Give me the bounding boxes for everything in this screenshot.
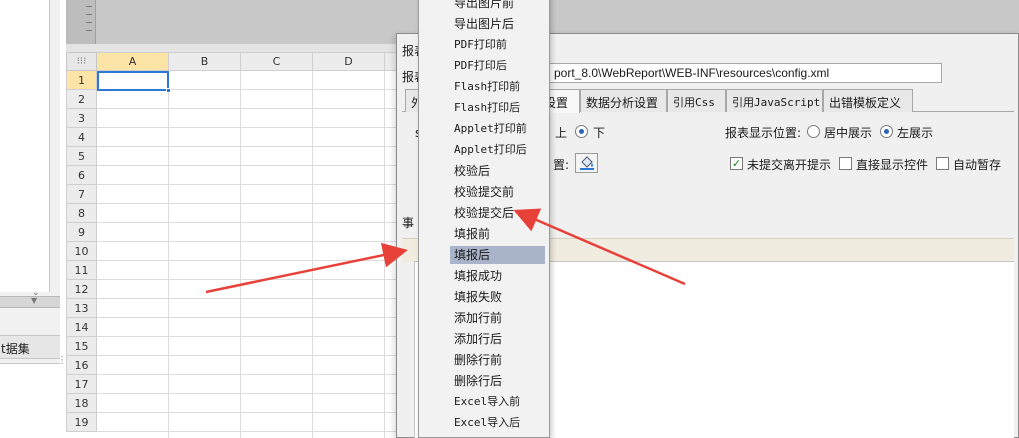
row-header[interactable]: 11 [66, 261, 97, 280]
menu-item[interactable]: Excel导入前 [450, 393, 545, 411]
tab-ref-css[interactable]: 引用Css [667, 89, 726, 112]
panel-splitter[interactable]: ▼ [0, 296, 60, 308]
column-header[interactable]: D [313, 52, 385, 71]
row-header[interactable]: 16 [66, 356, 97, 375]
position-label: 置: [553, 158, 570, 172]
tab-ref-javascript[interactable]: 引用JavaScript [726, 89, 823, 112]
display-center-label: 居中展示 [824, 126, 873, 140]
row-header[interactable]: 12 [66, 280, 97, 299]
row-header[interactable]: 9 [66, 223, 97, 242]
row-header[interactable]: 4 [66, 128, 97, 147]
menu-item[interactable]: Applet打印前 [450, 120, 545, 138]
row-header[interactable]: 14 [66, 318, 97, 337]
radio-down[interactable] [575, 125, 588, 138]
display-left-label: 左展示 [897, 126, 934, 140]
auto-save-label: 自动暂存 [953, 158, 1002, 172]
active-cell[interactable] [97, 71, 171, 93]
menu-item[interactable]: Applet打印后 [450, 141, 545, 159]
display-position-label: 报表显示位置: [725, 126, 802, 140]
row-header[interactable]: 5 [66, 147, 97, 166]
row-header[interactable]: 6 [66, 166, 97, 185]
radio-center[interactable] [807, 125, 820, 138]
dataset-tab[interactable]: t据集 [0, 335, 60, 359]
menu-item[interactable]: 导出图片前 [450, 0, 545, 12]
menu-item[interactable]: 删除行后 [450, 372, 545, 390]
config-path-field[interactable]: port_8.0\WebReport\WEB-INF\resources\con… [547, 63, 942, 83]
menu-item[interactable]: Flash打印后 [450, 99, 545, 117]
tab-data-analysis[interactable]: 数据分析设置 [580, 89, 667, 112]
menu-item[interactable]: PDF打印后 [450, 57, 545, 75]
dataset-tab-label: t据集 [1, 342, 30, 356]
left-panel: ⌄ ▼ t据集 ⋮ [0, 0, 67, 438]
vertical-ruler [66, 0, 96, 44]
row-header[interactable]: 19 [66, 413, 97, 432]
menu-item[interactable]: 添加行后 [450, 330, 545, 348]
select-all-corner[interactable]: ⁝⁝⁝ [66, 52, 97, 71]
menu-item[interactable]: 填报前 [450, 225, 545, 243]
checkbox-show-controls[interactable] [839, 157, 852, 170]
event-type-menu: 导出图片前导出图片后 PDF打印前 PDF打印后 Flash打印前 Flash打印后 Ap… [418, 0, 550, 438]
radio-left[interactable] [880, 125, 893, 138]
paint-bucket-button[interactable] [575, 153, 598, 173]
checkbox-leave-prompt[interactable]: ✓ [730, 157, 743, 170]
collapse-arrow-icon[interactable]: ▼ [31, 296, 37, 305]
show-controls-label: 直接显示控件 [856, 158, 929, 172]
row-header[interactable]: 3 [66, 109, 97, 128]
leave-prompt-label: 未提交离开提示 [747, 158, 832, 172]
menu-item[interactable]: 校验提交前 [450, 183, 545, 201]
row-header[interactable]: 18 [66, 394, 97, 413]
row-header[interactable]: 10 [66, 242, 97, 261]
row-header[interactable]: 8 [66, 204, 97, 223]
paint-bucket-icon [579, 156, 594, 170]
row-header[interactable]: 2 [66, 90, 97, 109]
row-headers: 1 2 3 4 5 6 7 8 9 10 11 12 13 14 15 16 17 18 19 [66, 71, 97, 432]
menu-item[interactable]: Flash打印前 [450, 78, 545, 96]
dataset-list[interactable] [0, 363, 60, 438]
menu-item[interactable]: 填报成功 [450, 267, 545, 285]
row-header[interactable]: 17 [66, 375, 97, 394]
grid-dots-icon: ⁝⁝⁝ [76, 56, 87, 67]
row-header[interactable]: 1 [66, 71, 97, 90]
event-label-partial: 事 [402, 216, 415, 230]
fill-handle[interactable] [166, 88, 171, 93]
menu-item[interactable]: 添加行前 [450, 309, 545, 327]
row-header[interactable]: 15 [66, 337, 97, 356]
dataset-tree[interactable] [0, 0, 50, 292]
menu-item[interactable]: 填报后 [450, 246, 545, 264]
tab-error-template[interactable]: 出错模板定义 [823, 89, 913, 112]
column-header[interactable]: A [97, 52, 169, 71]
menu-item[interactable]: PDF打印前 [450, 36, 545, 54]
menu-item[interactable]: 填报失败 [450, 288, 545, 306]
column-header[interactable]: B [169, 52, 241, 71]
menu-item[interactable]: 删除行前 [450, 351, 545, 369]
column-header[interactable]: C [241, 52, 313, 71]
row-header[interactable]: 13 [66, 299, 97, 318]
menu-item[interactable]: 校验提交后 [450, 204, 545, 222]
menu-item[interactable]: Excel导入后 [450, 414, 545, 432]
option-up-label: 上 [555, 126, 568, 140]
row-header[interactable]: 7 [66, 185, 97, 204]
menu-item[interactable]: 导出图片后 [450, 15, 545, 33]
option-down-label: 下 [593, 126, 606, 140]
checkbox-auto-save[interactable] [936, 157, 949, 170]
menu-item[interactable]: 校验后 [450, 162, 545, 180]
